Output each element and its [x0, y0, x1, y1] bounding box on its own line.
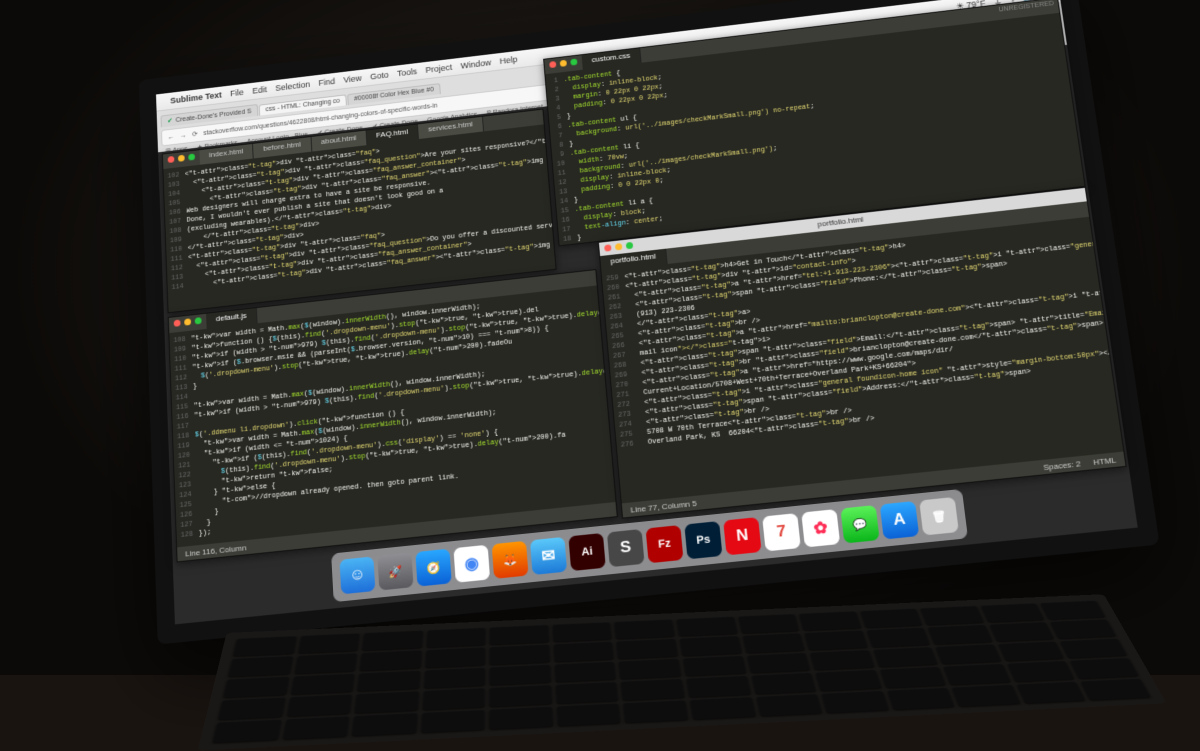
menu-window[interactable]: Window: [460, 58, 491, 71]
dock-netflix-icon[interactable]: N: [723, 517, 761, 555]
dock-finder-icon[interactable]: ☺: [339, 556, 375, 594]
dock-firefox-icon[interactable]: 🦊: [492, 541, 529, 579]
dock-safari-icon[interactable]: 🧭: [415, 549, 451, 587]
dock-messages-icon[interactable]: 💬: [840, 505, 879, 543]
cursor-position: Line 116, Column: [185, 543, 246, 558]
menu-find[interactable]: Find: [318, 77, 335, 88]
menu-goto[interactable]: Goto: [370, 70, 389, 81]
unregistered-label: UNREGISTERED: [998, 0, 1054, 13]
editor-pane-portfolio: portfolio.html portfolio.html 2592602612…: [598, 187, 1127, 519]
menu-selection[interactable]: Selection: [275, 80, 310, 93]
dock-mail-icon[interactable]: ✉: [530, 537, 567, 575]
dock-chrome-icon[interactable]: ◉: [453, 545, 490, 583]
back-icon[interactable]: ←: [168, 134, 175, 141]
dock-launchpad-icon[interactable]: 🚀: [377, 553, 413, 591]
menu-file[interactable]: File: [230, 88, 244, 99]
forward-icon[interactable]: →: [180, 132, 187, 139]
dock-trash-icon[interactable]: 🗑: [919, 497, 959, 536]
menu-edit[interactable]: Edit: [252, 85, 267, 96]
dock-photoshop-icon[interactable]: Ps: [684, 521, 722, 559]
indent-setting[interactable]: Spaces: 2: [1043, 459, 1082, 472]
menu-tools[interactable]: Tools: [397, 67, 418, 78]
cursor-position: Line 77, Column 5: [630, 498, 697, 514]
app-name[interactable]: Sublime Text: [170, 90, 222, 105]
editor-pane-js: default.js 10810911011111211311411511611…: [168, 269, 618, 562]
dock-filezilla-icon[interactable]: Fz: [646, 525, 684, 563]
dock-calendar-icon[interactable]: 7: [762, 513, 801, 551]
menu-view[interactable]: View: [343, 73, 362, 84]
laptop-photo: Sublime Text File Edit Selection Find Vi…: [0, 0, 1200, 675]
reload-icon[interactable]: ⟳: [192, 130, 198, 138]
menu-project[interactable]: Project: [425, 63, 452, 75]
dock-photos-icon[interactable]: ✿: [801, 509, 840, 547]
macbook-screen: Sublime Text File Edit Selection Find Vi…: [139, 0, 1160, 644]
menu-help[interactable]: Help: [499, 55, 517, 66]
dock-illustrator-icon[interactable]: Ai: [568, 533, 605, 571]
dock-sublime-icon[interactable]: S: [607, 529, 645, 567]
dock-appstore-icon[interactable]: A: [880, 501, 920, 540]
syntax-setting[interactable]: HTML: [1092, 455, 1116, 467]
